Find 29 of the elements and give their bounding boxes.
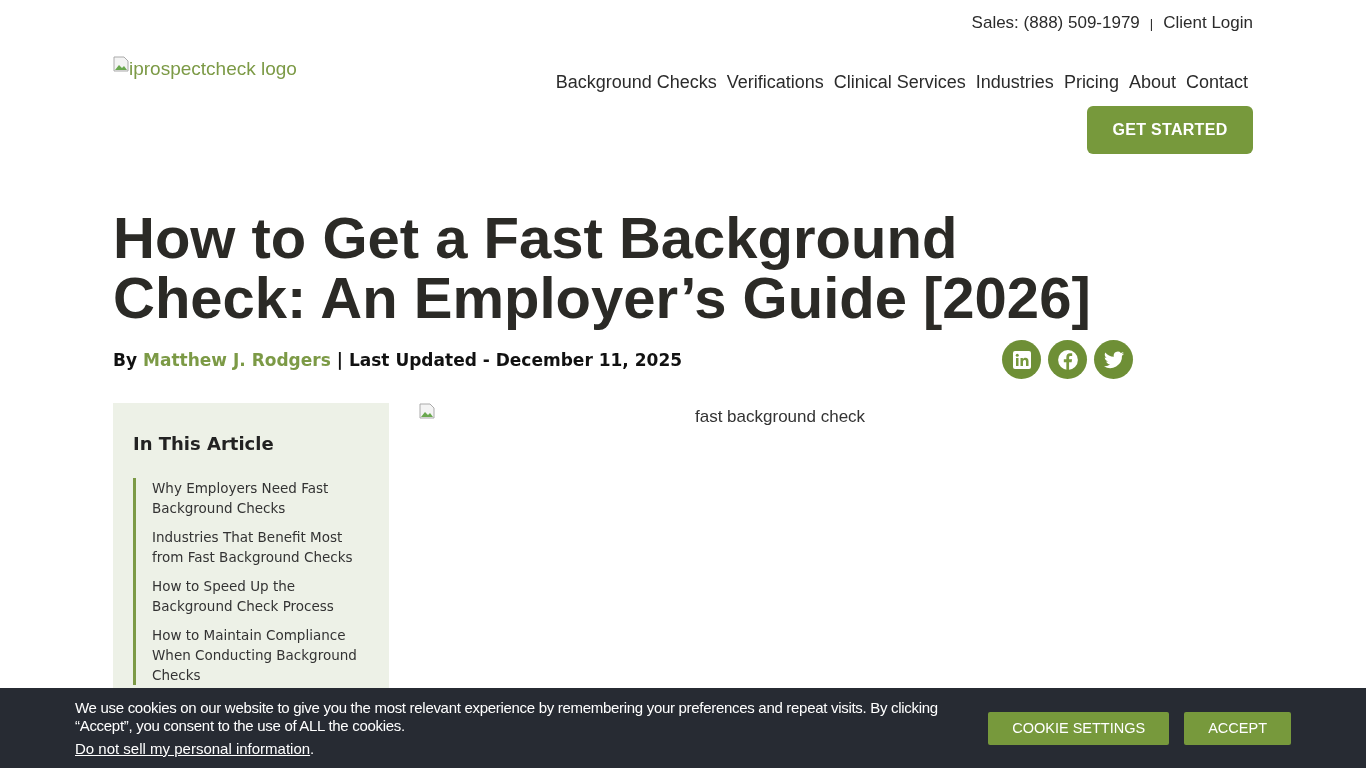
nav-link[interactable]: Contact xyxy=(1185,72,1248,93)
toc-heading: In This Article xyxy=(133,433,275,454)
nav-link[interactable]: Industries xyxy=(975,72,1054,93)
article-title: How to Get a Fast Background Check: An Employer’s Guide [2026] xyxy=(113,208,1092,328)
last-updated-text: | Last Updated - December 11, 2025 xyxy=(336,349,683,370)
nav-link[interactable]: Pricing xyxy=(1063,72,1119,93)
facebook-icon xyxy=(1056,348,1079,371)
linkedin-share-button[interactable] xyxy=(1002,340,1041,379)
image-alt-text: fast background check xyxy=(695,407,866,427)
broken-image-icon xyxy=(419,403,435,419)
nav-link[interactable]: Clinical Services xyxy=(833,72,966,93)
nav-link[interactable]: About xyxy=(1128,72,1176,93)
client-login-link[interactable]: Client Login xyxy=(1163,13,1253,33)
broken-image-icon xyxy=(113,56,129,72)
facebook-share-button[interactable] xyxy=(1048,340,1087,379)
cookie-message: We use cookies on our website to give you the most relevant experience by remembering your preferences and repeat visits. By clicking “Accept”, you consent to the use of ALL the cookies. xyxy=(75,699,939,735)
toc-link[interactable]: Why Employers Need Fast Background Checks xyxy=(152,478,369,518)
linkedin-icon xyxy=(1011,349,1032,370)
toc-link[interactable]: How to Maintain Compliance When Conducting Background Checks xyxy=(152,625,369,685)
nav-link[interactable]: Verifications xyxy=(726,72,824,93)
toc-link[interactable]: Industries That Benefit Most from Fast Background Checks xyxy=(152,527,369,567)
period-text: . xyxy=(310,740,315,757)
toc-link[interactable]: How to Speed Up the Background Check Process xyxy=(152,576,369,616)
byline-label: By xyxy=(113,349,138,370)
sales-phone-link[interactable]: Sales: (888) 509-1979 xyxy=(971,13,1140,33)
nav-link[interactable]: Background Checks xyxy=(555,72,717,93)
separator: | xyxy=(1149,15,1154,31)
twitter-share-button[interactable] xyxy=(1094,340,1133,379)
do-not-sell-link[interactable]: Do not sell my personal information xyxy=(75,740,311,757)
